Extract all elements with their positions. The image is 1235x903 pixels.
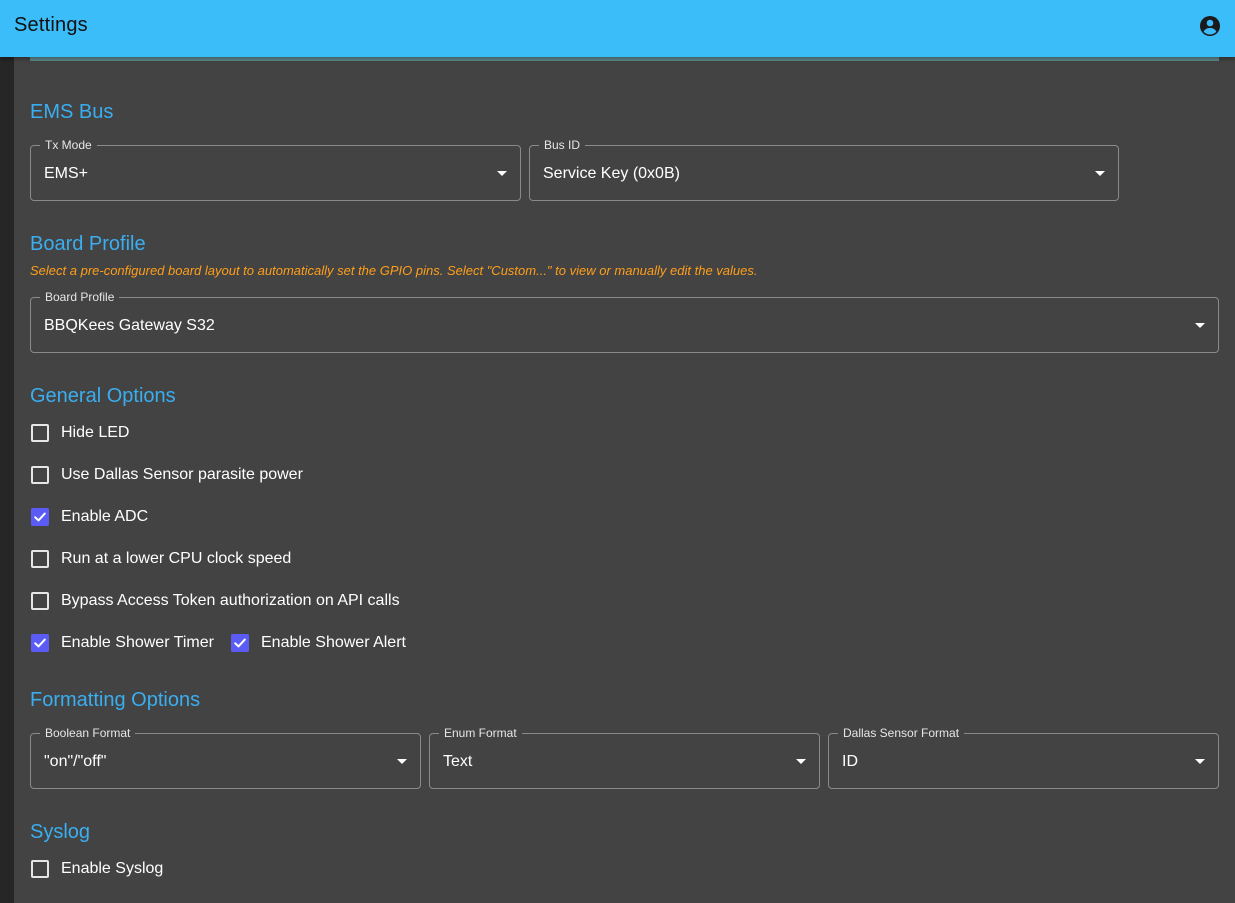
dallas-format-value: ID — [842, 753, 858, 770]
checkbox-box[interactable] — [31, 592, 49, 610]
checkbox-box[interactable] — [31, 508, 49, 526]
checkbox-label: Bypass Access Token authorization on API… — [61, 592, 400, 609]
checkbox-box[interactable] — [31, 424, 49, 442]
checkbox-box[interactable] — [231, 634, 249, 652]
checkbox-label: Hide LED — [61, 424, 130, 441]
checkbox-box[interactable] — [31, 860, 49, 878]
board-profile-value: BBQKees Gateway S32 — [44, 317, 215, 334]
app-bar: Settings — [0, 0, 1235, 57]
dallas-format-label: Dallas Sensor Format — [838, 725, 965, 741]
boolean-format-label: Boolean Format — [40, 725, 136, 741]
settings-panel: EMS Bus Tx Mode EMS+ Bus ID Service Key … — [14, 57, 1235, 903]
section-title-board-profile: Board Profile — [30, 233, 146, 255]
page-title: Settings — [14, 14, 88, 36]
nav-drawer-edge — [0, 57, 14, 903]
dallas-format-select[interactable]: Dallas Sensor Format ID — [828, 725, 1219, 789]
check-icon — [234, 638, 246, 648]
tx-mode-select[interactable]: Tx Mode EMS+ — [30, 137, 521, 201]
checkbox-label: Enable ADC — [61, 508, 149, 525]
arrow-drop-down-icon — [397, 759, 407, 764]
boolean-format-value: "on"/"off" — [44, 753, 107, 770]
section-title-formatting-options: Formatting Options — [30, 689, 201, 711]
arrow-drop-down-icon — [1195, 323, 1205, 328]
arrow-drop-down-icon — [497, 171, 507, 176]
checkbox-box[interactable] — [31, 634, 49, 652]
bus-id-label: Bus ID — [539, 137, 586, 153]
board-profile-select[interactable]: Board Profile BBQKees Gateway S32 — [30, 289, 1219, 353]
checkbox-label: Enable Syslog — [61, 860, 164, 877]
section-title-syslog: Syslog — [30, 821, 91, 843]
section-title-ems-bus: EMS Bus — [30, 101, 114, 123]
board-profile-label: Board Profile — [40, 289, 120, 305]
bus-id-value: Service Key (0x0B) — [543, 165, 680, 182]
account-circle-icon[interactable] — [1198, 14, 1222, 38]
arrow-drop-down-icon — [1195, 759, 1205, 764]
checkbox-label: Run at a lower CPU clock speed — [61, 550, 292, 567]
enum-format-label: Enum Format — [439, 725, 522, 741]
tx-mode-value: EMS+ — [44, 165, 89, 182]
checkbox-label: Enable Shower Timer — [61, 634, 214, 651]
board-profile-helper-text: Select a pre-configured board layout to … — [30, 263, 758, 278]
checkbox-label: Use Dallas Sensor parasite power — [61, 466, 303, 483]
progress-divider — [30, 57, 1219, 61]
arrow-drop-down-icon — [1095, 171, 1105, 176]
section-title-general-options: General Options — [30, 385, 176, 407]
boolean-format-select[interactable]: Boolean Format "on"/"off" — [30, 725, 421, 789]
enum-format-value: Text — [443, 753, 473, 770]
tx-mode-label: Tx Mode — [40, 137, 97, 153]
check-icon — [34, 512, 46, 522]
checkbox-box[interactable] — [31, 466, 49, 484]
enum-format-select[interactable]: Enum Format Text — [429, 725, 820, 789]
bus-id-select[interactable]: Bus ID Service Key (0x0B) — [529, 137, 1119, 201]
arrow-drop-down-icon — [796, 759, 806, 764]
checkbox-label: Enable Shower Alert — [261, 634, 406, 651]
checkbox-box[interactable] — [31, 550, 49, 568]
check-icon — [34, 638, 46, 648]
